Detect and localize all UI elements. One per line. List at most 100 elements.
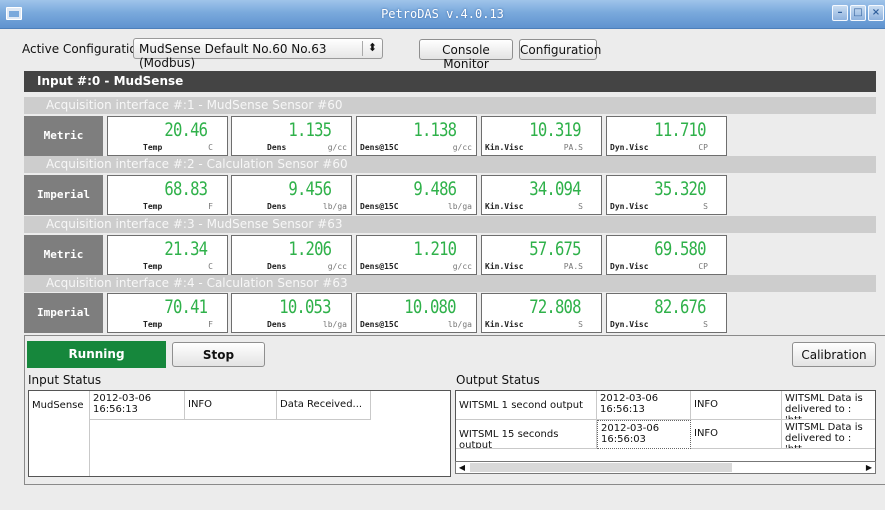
close-icon[interactable]: × bbox=[868, 5, 884, 21]
reading-name: Dens@15C bbox=[360, 202, 399, 211]
reading-name: Dyn.Visc bbox=[610, 262, 649, 271]
table-cell-message: Data Received... bbox=[277, 391, 371, 420]
reading-name: Temp bbox=[143, 143, 163, 152]
window-footer bbox=[0, 485, 885, 510]
reading-unit: g/cc bbox=[452, 143, 472, 152]
reading-dens: 1.206 Dens g/cc bbox=[231, 235, 352, 275]
reading-unit: lb/ga bbox=[322, 202, 347, 211]
reading-name: Temp bbox=[143, 202, 163, 211]
reading-unit: S bbox=[703, 320, 708, 329]
reading-value: 34.094 bbox=[529, 178, 582, 200]
reading-unit: PA.S bbox=[563, 262, 583, 271]
configuration-select[interactable]: MudSense Default No.60 No.63 (Modbus) ⬍ bbox=[133, 38, 383, 70]
reading-value: 35.320 bbox=[654, 178, 707, 200]
reading-name: Kin.Visc bbox=[485, 143, 524, 152]
reading-kin-visc: 72.808 Kin.Visc S bbox=[481, 293, 602, 333]
reading-value: 9.456 bbox=[288, 178, 332, 200]
scrollbar-thumb[interactable] bbox=[470, 463, 732, 472]
reading-dyn-visc: 35.320 Dyn.Visc S bbox=[606, 175, 727, 215]
table-cell-level: INFO bbox=[691, 391, 782, 420]
reading-unit: S bbox=[703, 202, 708, 211]
reading-unit: C bbox=[208, 143, 213, 152]
input-status-table[interactable]: MudSense 2012-03-06 16:56:13 INFO Data R… bbox=[28, 390, 451, 477]
reading-unit: lb/ga bbox=[447, 202, 472, 211]
reading-value: 9.486 bbox=[413, 178, 457, 200]
interface-title: Acquisition interface #:2 - Calculation … bbox=[24, 156, 876, 173]
reading-unit: lb/ga bbox=[322, 320, 347, 329]
table-cell-message: WITSML Data is delivered to : 'htt... bbox=[782, 420, 875, 449]
reading-temp: 68.83 Temp F bbox=[107, 175, 228, 215]
input-status-label: Input Status bbox=[28, 373, 102, 387]
reading-value: 68.83 bbox=[164, 178, 208, 200]
reading-unit: CP bbox=[698, 262, 708, 271]
table-cell-time: 2012-03-06 16:56:13 bbox=[90, 391, 185, 420]
scroll-left-icon[interactable]: ◀ bbox=[456, 462, 468, 473]
reading-value: 21.34 bbox=[164, 238, 208, 260]
scroll-right-icon[interactable]: ▶ bbox=[863, 462, 875, 473]
configuration-button[interactable]: Configuration bbox=[519, 39, 601, 60]
reading-value: 11.710 bbox=[654, 119, 707, 141]
console-monitor-button[interactable]: Console Monitor bbox=[419, 39, 513, 71]
table-cell-time: 2012-03-06 16:56:13 bbox=[597, 391, 691, 420]
dropdown-arrows-icon: ⬍ bbox=[367, 41, 377, 54]
reading-name: Kin.Visc bbox=[485, 262, 524, 271]
reading-name: Dyn.Visc bbox=[610, 320, 649, 329]
reading-temp: 20.46 Temp C bbox=[107, 116, 228, 156]
table-cell-message: WITSML Data is delivered to : 'htt... bbox=[782, 391, 875, 420]
unit-system-label: Imperial bbox=[24, 293, 103, 333]
configuration-select-value: MudSense Default No.60 No.63 (Modbus) bbox=[139, 42, 327, 70]
reading-dyn-visc: 11.710 Dyn.Visc CP bbox=[606, 116, 727, 156]
reading-dens-15c: 1.210 Dens@15C g/cc bbox=[356, 235, 477, 275]
unit-system-label: Metric bbox=[24, 235, 103, 275]
reading-unit: g/cc bbox=[327, 143, 347, 152]
reading-dens-15c: 9.486 Dens@15C lb/ga bbox=[356, 175, 477, 215]
reading-unit: F bbox=[208, 320, 213, 329]
reading-value: 10.080 bbox=[404, 296, 457, 318]
table-cell-time: 2012-03-06 16:56:03 bbox=[597, 420, 691, 449]
reading-unit: F bbox=[208, 202, 213, 211]
active-configuration-label: Active Configuration bbox=[22, 42, 145, 56]
input-header: Input #:0 - MudSense bbox=[24, 71, 876, 92]
reading-unit: g/cc bbox=[327, 262, 347, 271]
select-separator bbox=[362, 41, 363, 56]
reading-temp: 70.41 Temp F bbox=[107, 293, 228, 333]
reading-name: Kin.Visc bbox=[485, 320, 524, 329]
reading-name: Dens@15C bbox=[360, 262, 399, 271]
interface-title: Acquisition interface #:1 - MudSense Sen… bbox=[24, 97, 876, 114]
reading-kin-visc: 10.319 Kin.Visc PA.S bbox=[481, 116, 602, 156]
reading-value: 1.138 bbox=[413, 119, 457, 141]
reading-name: Temp bbox=[143, 320, 163, 329]
reading-value: 72.808 bbox=[529, 296, 582, 318]
window-title: PetroDAS v.4.0.13 bbox=[381, 7, 504, 21]
reading-name: Dens bbox=[267, 143, 287, 152]
reading-name: Dens@15C bbox=[360, 143, 399, 152]
calibration-button[interactable]: Calibration bbox=[792, 342, 876, 367]
reading-unit: CP bbox=[698, 143, 708, 152]
output-status-label: Output Status bbox=[456, 373, 540, 387]
reading-dens-15c: 1.138 Dens@15C g/cc bbox=[356, 116, 477, 156]
reading-value: 69.580 bbox=[654, 238, 707, 260]
reading-unit: C bbox=[208, 262, 213, 271]
interface-title: Acquisition interface #:4 - Calculation … bbox=[24, 275, 876, 292]
output-horizontal-scrollbar[interactable]: ◀ ▶ bbox=[455, 461, 876, 474]
reading-unit: PA.S bbox=[563, 143, 583, 152]
table-cell-level: INFO bbox=[185, 391, 277, 420]
reading-name: Dyn.Visc bbox=[610, 202, 649, 211]
reading-value: 20.46 bbox=[164, 119, 208, 141]
reading-temp: 21.34 Temp C bbox=[107, 235, 228, 275]
reading-unit: S bbox=[578, 202, 583, 211]
reading-value: 10.319 bbox=[529, 119, 582, 141]
table-cell-source: WITSML 1 second output bbox=[456, 391, 597, 420]
reading-dens: 1.135 Dens g/cc bbox=[231, 116, 352, 156]
reading-name: Dens bbox=[267, 262, 287, 271]
reading-name: Dyn.Visc bbox=[610, 143, 649, 152]
reading-dyn-visc: 69.580 Dyn.Visc CP bbox=[606, 235, 727, 275]
output-status-table[interactable]: WITSML 1 second output 2012-03-06 16:56:… bbox=[455, 390, 876, 462]
stop-button[interactable]: Stop bbox=[172, 342, 265, 367]
minimize-icon[interactable]: – bbox=[832, 5, 848, 21]
reading-dyn-visc: 82.676 Dyn.Visc S bbox=[606, 293, 727, 333]
running-indicator[interactable]: Running bbox=[27, 341, 166, 368]
reading-dens-15c: 10.080 Dens@15C lb/ga bbox=[356, 293, 477, 333]
maximize-icon[interactable]: □ bbox=[850, 5, 866, 21]
reading-unit: lb/ga bbox=[447, 320, 472, 329]
